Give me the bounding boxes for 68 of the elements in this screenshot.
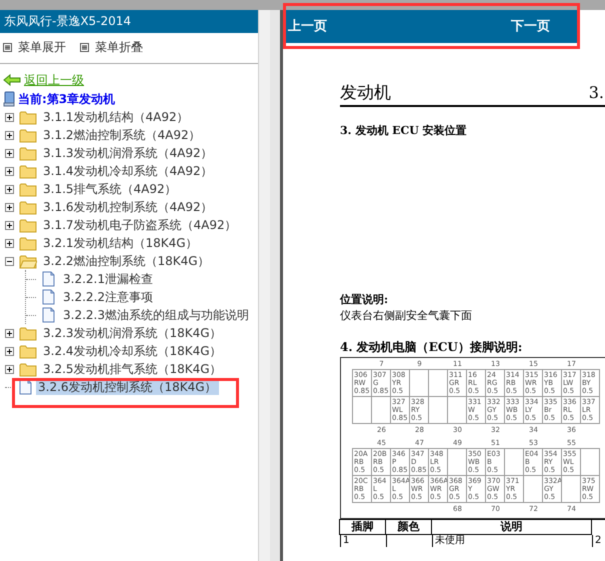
folder-icon [19,164,37,178]
tree-item[interactable]: 3.1.3发动机润滑系统（4A92） [41,145,215,161]
tree-item[interactable]: 3.1.5排气系统（4A92） [41,181,179,197]
previous-page-link[interactable]: 上一页 [288,16,327,36]
empty-pin-cell [352,396,372,424]
tree-item[interactable]: 3.2.4发动机冷却系统（18K4G） [41,343,224,359]
empty-pin-cell [580,448,600,476]
back-arrow-icon [3,74,21,86]
tree-item[interactable]: 3.2.2.3燃油系统的组成与功能说明 [61,307,251,323]
folder-icon [19,362,37,376]
open-folder-icon [19,254,37,268]
back-link[interactable]: 返回上一级 [24,71,84,89]
table-cell: 未使用 [432,534,592,546]
expand-icon[interactable] [4,148,14,158]
expand-icon[interactable] [4,220,14,230]
table-header: 插脚 [339,518,386,534]
list-icon [80,42,89,52]
expand-icon[interactable] [4,166,14,176]
next-page-link[interactable]: 下一页 [511,16,550,36]
table-cell: 1 [340,534,386,546]
list-icon [3,42,12,52]
page-icon [42,307,55,323]
tree-item[interactable]: 3.2.3发动机润滑系统（18K4G） [41,325,224,341]
current-location: 当前:第3章发动机 [18,90,116,108]
tree-item[interactable]: 3.2.2燃油控制系统（18K4G） [41,253,212,269]
pinout-heading: 4. 发动机电脑（ECU）接脚说明: [340,338,524,354]
folder-icon [19,128,37,142]
sidebar-title: 东风风行-景逸X5-2014 [0,10,258,33]
expand-icon[interactable] [4,184,14,194]
page-icon [42,289,55,305]
expand-icon[interactable] [4,130,14,140]
expand-icon[interactable] [4,346,14,356]
menu-toggle-button[interactable]: 菜单展开 [3,38,66,56]
folder-icon [19,344,37,358]
tree-item[interactable]: 3.2.5发动机排气系统（18K4G） [41,361,224,377]
page-icon [42,271,55,287]
tree-item[interactable]: 3.1.6发动机控制系统（4A92） [41,199,215,215]
table-header: 颜色 [385,518,432,534]
computer-icon [3,90,15,106]
tree-item[interactable]: 3.1.4发动机冷却系统（4A92） [41,163,215,179]
location-label: 位置说明: [340,292,390,308]
tree-item[interactable]: 3.2.1发动机结构（18K4G） [41,235,200,251]
table-header: 说明 [431,518,592,534]
tree-item[interactable]: 3.1.1发动机结构（4A92） [41,109,191,125]
table-cell: 2 [592,534,605,546]
folder-icon [19,110,37,124]
chapter-title: 发动机 [340,83,391,103]
folder-icon [19,326,37,340]
folder-icon [19,236,37,250]
folder-icon [19,200,37,214]
tree-item[interactable]: 3.1.2燃油控制系统（4A92） [41,127,203,143]
chapter-number: 3. [588,83,605,103]
tree-item[interactable]: 3.1.7发动机电子防盗系统（4A92） [41,217,239,233]
folder-icon [19,146,37,160]
page-icon [19,379,32,395]
expand-icon[interactable] [4,238,14,248]
expand-icon[interactable] [4,364,14,374]
folder-icon [19,182,37,196]
section-heading: 3. 发动机 ECU 安装位置 [340,123,468,139]
folder-icon [19,218,37,232]
menu-toggle-button[interactable]: 菜单折叠 [80,38,143,56]
expand-icon[interactable] [4,328,14,338]
tree-item[interactable]: 3.2.2.2注意事项 [61,289,155,305]
tree-item[interactable]: 3.2.2.1泄漏检查 [61,271,155,287]
location-text: 仪表台右侧副安全气囊下面 [340,308,473,324]
expand-icon[interactable] [4,112,14,122]
expand-icon[interactable] [4,202,14,212]
collapse-icon[interactable] [4,256,14,266]
